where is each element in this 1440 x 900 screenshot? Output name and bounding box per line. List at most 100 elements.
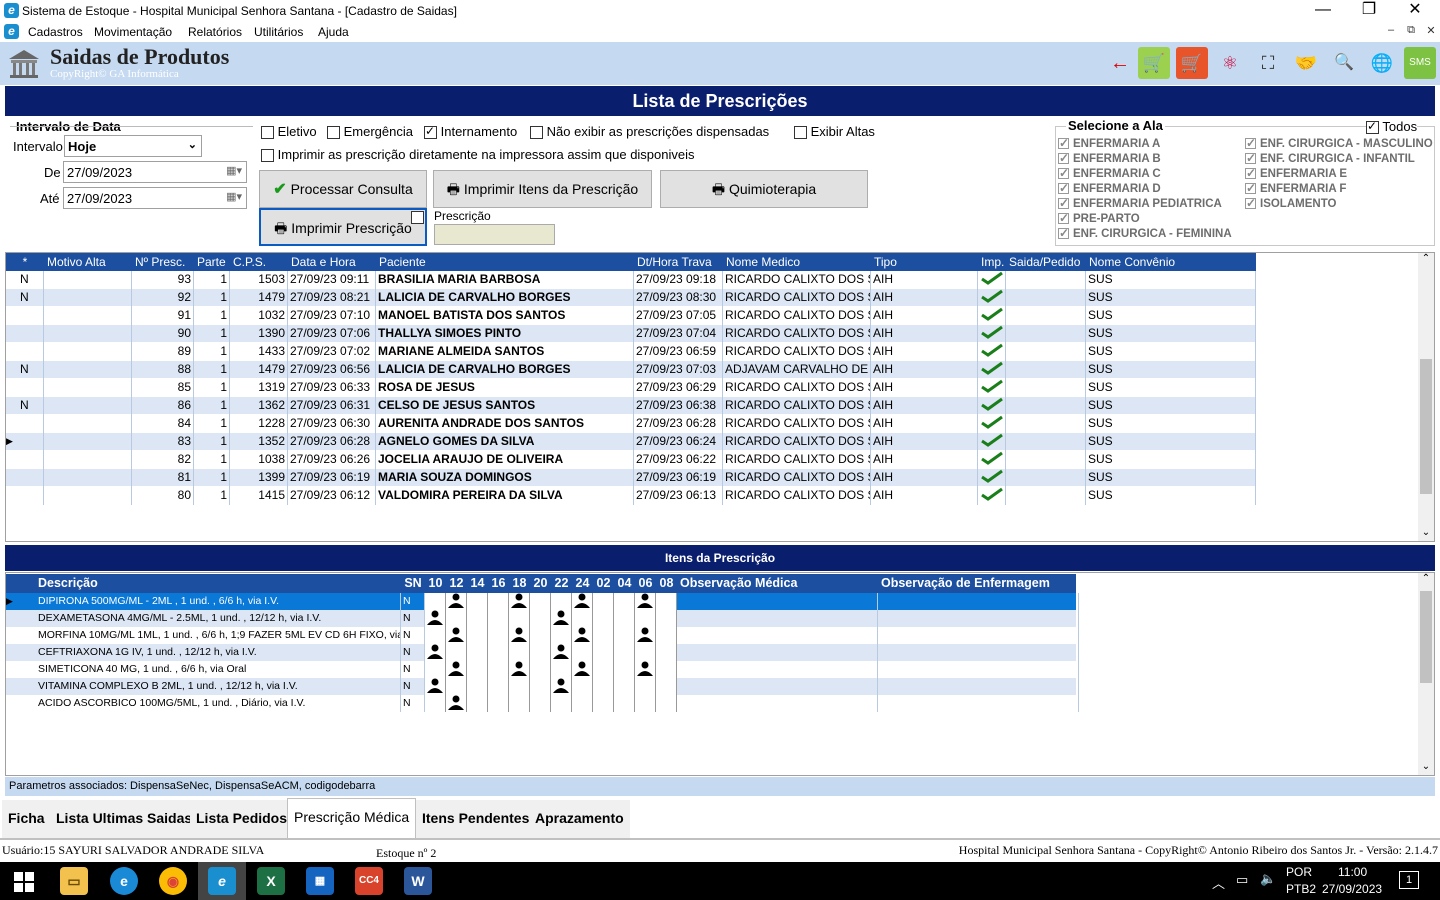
processar-consulta-button[interactable]: ✔ Processar Consulta: [259, 170, 427, 208]
checkbox-box[interactable]: [261, 149, 274, 163]
column-header[interactable]: Paciente: [376, 253, 634, 271]
imprimir-itens-button[interactable]: 🖶 Imprimir Itens da Prescrição: [433, 170, 652, 208]
table-row[interactable]: N 93 1 1503 27/09/23 09:11 BRASILIA MARIA BAR…: [6, 271, 1256, 289]
clock-date[interactable]: 27/09/2023: [1322, 882, 1382, 896]
intervalo-select[interactable]: Hoje ⌄: [64, 135, 202, 157]
column-header[interactable]: Descrição: [6, 574, 401, 593]
ala-option[interactable]: ENFERMARIA F: [1245, 181, 1433, 198]
table-row[interactable]: ACIDO ASCORBICO 100MG/5ML, 1 und. , Diár…: [6, 695, 1079, 712]
table-row[interactable]: 91 1 1032 27/09/23 07:10 MANOEL BATISTA DOS …: [6, 307, 1256, 325]
column-header[interactable]: SN: [401, 574, 425, 593]
calendar-icon[interactable]: ▦▾: [226, 190, 242, 203]
table-row[interactable]: 90 1 1390 27/09/23 07:06 THALLYA SIMOES PINT…: [6, 325, 1256, 343]
column-header[interactable]: 20: [530, 574, 551, 593]
tab-ficha[interactable]: Ficha: [2, 800, 51, 838]
imprimir-direto-checkbox[interactable]: Imprimir as prescrição diretamente na im…: [261, 147, 695, 163]
ala-option[interactable]: ENF. CIRURGICA - FEMININA: [1058, 226, 1232, 243]
volume-icon[interactable]: 🔈: [1260, 871, 1276, 887]
table-row[interactable]: 89 1 1433 27/09/23 07:02 MARIANE ALMEIDA SAN…: [6, 343, 1256, 361]
table-row[interactable]: DIPIRONA 500MG/ML - 2ML , 1 und. , 6/6 h…: [6, 593, 1079, 610]
checkbox-box[interactable]: [794, 126, 807, 140]
checkbox-box[interactable]: [1058, 151, 1069, 165]
column-header[interactable]: Tipo: [871, 253, 978, 271]
column-header[interactable]: 06: [635, 574, 656, 593]
itens-scrollbar[interactable]: ⌃ ⌄: [1418, 573, 1434, 775]
column-header[interactable]: 10: [425, 574, 446, 593]
column-header[interactable]: 02: [593, 574, 614, 593]
tab-itens-pendentes[interactable]: Itens Pendentes: [416, 800, 536, 838]
prescricoes-scrollbar[interactable]: ⌃ ⌄: [1418, 253, 1434, 541]
column-header[interactable]: 14: [467, 574, 488, 593]
excel-icon[interactable]: X: [257, 867, 285, 895]
ala-option[interactable]: PRE-PARTO: [1058, 211, 1232, 228]
checkbox-box[interactable]: [1366, 119, 1379, 135]
column-header[interactable]: Imp.: [978, 253, 1006, 271]
table-row[interactable]: MORFINA 10MG/ML 1ML, 1 und. , 6/6 h, 1;9…: [6, 627, 1079, 644]
checkbox-box[interactable]: [327, 126, 340, 140]
column-header[interactable]: C.P.S.: [230, 253, 288, 271]
resize-icon[interactable]: ⛶: [1252, 47, 1284, 79]
web-icon[interactable]: 🌐: [1366, 47, 1398, 79]
notification-icon[interactable]: 1: [1399, 871, 1419, 889]
quimioterapia-button[interactable]: 🖶 Quimioterapia: [660, 170, 868, 208]
mdi-close-icon[interactable]: ✕: [1422, 24, 1440, 37]
column-header[interactable]: *: [6, 253, 44, 271]
checkbox-box[interactable]: [1245, 196, 1256, 210]
ala-option[interactable]: ENFERMARIA B: [1058, 151, 1232, 168]
maximize-button[interactable]: ❐: [1346, 0, 1392, 22]
ala-option[interactable]: ENFERMARIA E: [1245, 166, 1433, 183]
estoque-app-icon[interactable]: e: [208, 867, 236, 895]
close-button[interactable]: ✕: [1392, 0, 1438, 22]
column-header[interactable]: Nome Convênio: [1086, 253, 1256, 271]
windows-start-icon[interactable]: [14, 872, 34, 892]
checkbox-box[interactable]: [1058, 181, 1069, 195]
molecule-icon[interactable]: ⚛: [1214, 47, 1246, 79]
menu-utilitarios[interactable]: Utilitários: [254, 25, 303, 39]
scroll-up-icon[interactable]: ⌃: [1418, 573, 1434, 584]
de-date-field[interactable]: 27/09/2023 ▦▾: [63, 161, 247, 183]
column-header[interactable]: Dt/Hora Trava: [634, 253, 723, 271]
nao-exibir-checkbox[interactable]: Não exibir as prescrições dispensadas: [530, 124, 769, 140]
column-header[interactable]: 18: [509, 574, 530, 593]
table-row[interactable]: N 92 1 1479 27/09/23 08:21 LALICIA DE CARVALH…: [6, 289, 1256, 307]
emergencia-checkbox[interactable]: Emergência: [327, 124, 413, 140]
column-header[interactable]: 16: [488, 574, 509, 593]
column-header[interactable]: Nome Medico: [723, 253, 871, 271]
file-explorer-icon[interactable]: ▭: [60, 867, 88, 895]
lang-secondary[interactable]: PTB2: [1286, 882, 1316, 896]
table-row[interactable]: VITAMINA COMPLEXO B 2ML, 1 und. , 12/12 …: [6, 678, 1079, 695]
checkbox-box[interactable]: [261, 126, 274, 140]
ate-date-field[interactable]: 27/09/2023 ▦▾: [63, 187, 247, 209]
table-row[interactable]: SIMETICONA 40 MG, 1 und. , 6/6 h, via Or…: [6, 661, 1079, 678]
imprimir-prescricao-button[interactable]: 🖶 Imprimir Prescrição: [259, 208, 427, 246]
child-app-icon[interactable]: e: [4, 24, 19, 39]
shopping-cart-icon[interactable]: 🛒: [1176, 47, 1208, 79]
lang-primary[interactable]: POR: [1286, 865, 1312, 879]
scroll-thumb[interactable]: [1420, 359, 1432, 494]
exibir-altas-checkbox[interactable]: Exibir Altas: [794, 124, 875, 140]
mdi-minimize-icon[interactable]: –: [1382, 24, 1400, 36]
column-header[interactable]: 04: [614, 574, 635, 593]
scroll-up-icon[interactable]: ⌃: [1418, 253, 1434, 264]
tab-aprazamento[interactable]: Aprazamento: [529, 800, 630, 838]
clock-time[interactable]: 11:00: [1338, 865, 1367, 879]
table-row[interactable]: N 88 1 1479 27/09/23 06:56 LALICIA DE CARVALH…: [6, 361, 1256, 379]
column-header[interactable]: Observação de Enfermagem: [878, 574, 1079, 593]
checkbox-box[interactable]: [1245, 181, 1256, 195]
back-arrow-icon[interactable]: ←: [1104, 47, 1136, 79]
column-header[interactable]: Saida/Pedido: [1006, 253, 1086, 271]
ala-option[interactable]: ENF. CIRURGICA - MASCULINO: [1245, 136, 1433, 153]
tab-lista-pedidos[interactable]: Lista Pedidos: [190, 800, 294, 838]
scroll-thumb[interactable]: [1420, 591, 1432, 683]
checkbox-box[interactable]: [1058, 136, 1069, 150]
checkbox-box[interactable]: [1245, 136, 1256, 150]
mdi-restore-icon[interactable]: ⧉: [1402, 24, 1420, 37]
column-header[interactable]: Data e Hora: [288, 253, 376, 271]
chevron-up-icon[interactable]: ︿: [1212, 873, 1225, 892]
column-header[interactable]: 08: [656, 574, 677, 593]
sms-icon[interactable]: SMS: [1404, 47, 1436, 79]
search-icon[interactable]: 🔍: [1328, 47, 1360, 79]
table-row[interactable]: DEXAMETASONA 4MG/ML - 2.5ML, 1 und. , 12…: [6, 610, 1079, 627]
table-row[interactable]: N 86 1 1362 27/09/23 06:31 CELSO DE JESUS SAN…: [6, 397, 1256, 415]
eletivo-checkbox[interactable]: Eletivo: [261, 124, 317, 140]
